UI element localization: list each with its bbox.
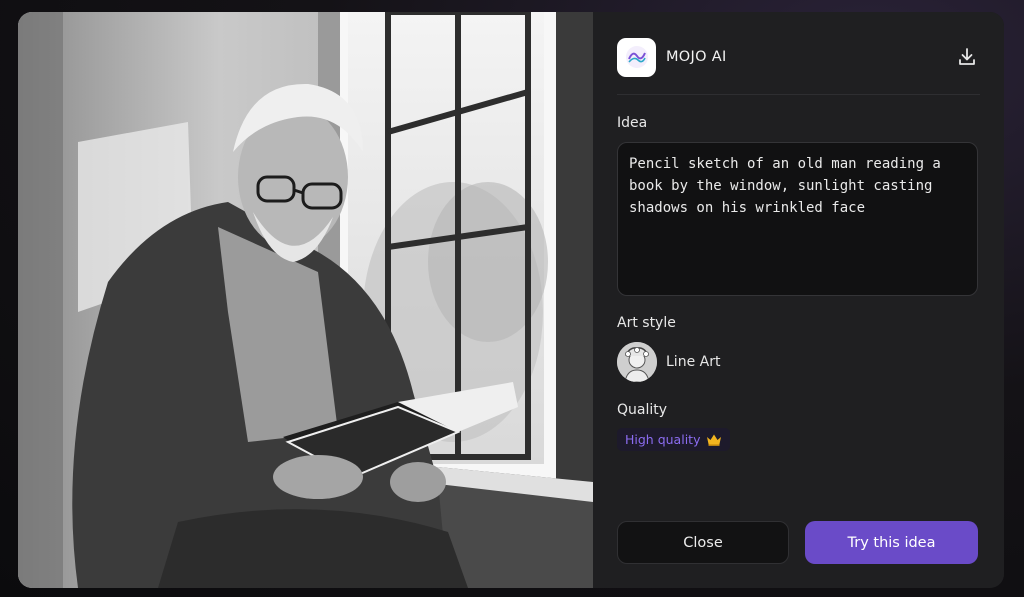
- generated-image: [18, 12, 593, 588]
- mojo-logo-icon: [617, 37, 656, 77]
- pencil-sketch-image: [18, 12, 593, 588]
- try-this-idea-button[interactable]: Try this idea: [805, 521, 978, 564]
- app-name: MOJO AI: [666, 49, 727, 65]
- idea-preview-dialog: MOJO AI Idea Pencil sketch of an old man…: [18, 12, 1004, 588]
- download-icon: [959, 48, 975, 65]
- art-style-option[interactable]: Line Art: [617, 342, 720, 382]
- header-divider: [617, 94, 980, 95]
- idea-details-panel: MOJO AI Idea Pencil sketch of an old man…: [593, 12, 1004, 588]
- close-button[interactable]: Close: [617, 521, 789, 564]
- art-style-name: Line Art: [666, 354, 721, 370]
- quality-badge-label: High quality: [625, 432, 701, 447]
- quality-badge: High quality: [617, 428, 731, 451]
- quality-label: Quality: [617, 402, 668, 418]
- download-button[interactable]: [954, 44, 980, 70]
- line-art-thumbnail: [617, 342, 657, 382]
- crown-icon: [707, 434, 722, 446]
- art-style-label: Art style: [617, 315, 676, 331]
- idea-text-field[interactable]: Pencil sketch of an old man reading a bo…: [617, 142, 978, 296]
- idea-label: Idea: [617, 115, 648, 131]
- panel-header: MOJO AI: [617, 37, 980, 77]
